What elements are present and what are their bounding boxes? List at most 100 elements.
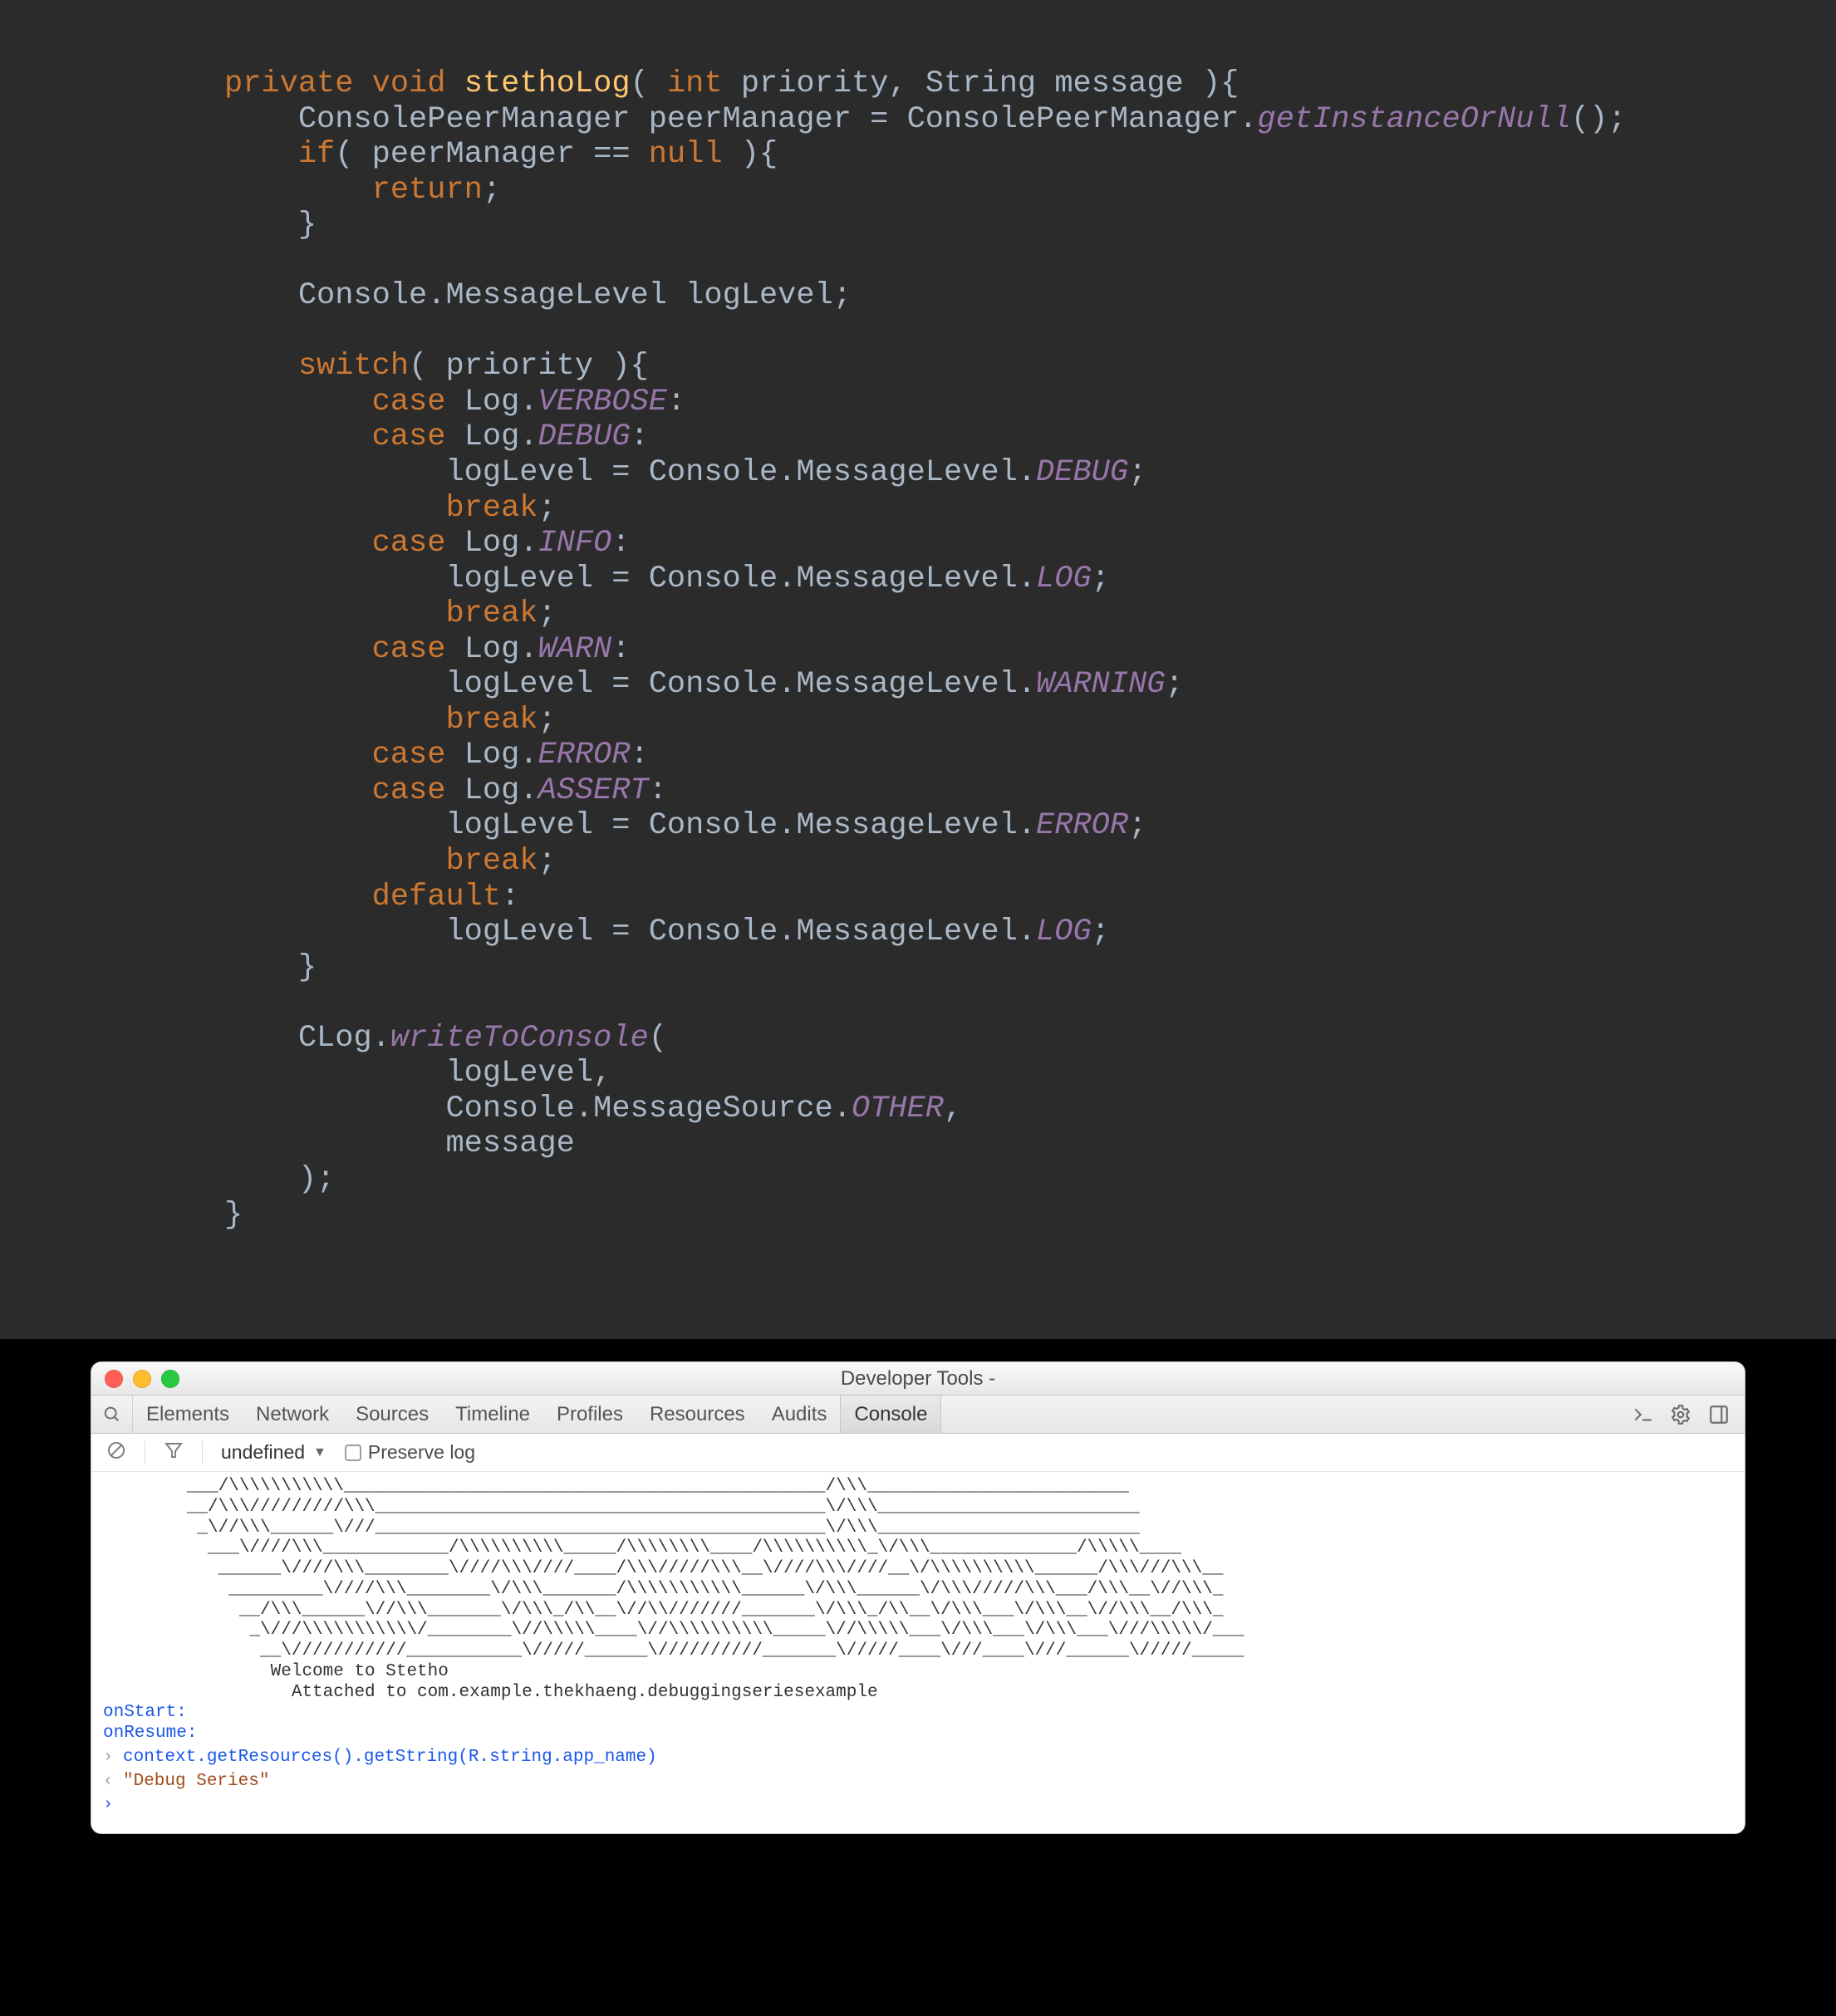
- console-cursor-row[interactable]: ›: [103, 1795, 1733, 1815]
- toggle-drawer-icon[interactable]: [1632, 1404, 1653, 1425]
- log-t6: Log: [464, 773, 520, 808]
- code-editor: private void stethoLog( int priority, St…: [0, 0, 1836, 1339]
- c6: Console: [445, 1091, 574, 1126]
- kw-case1: case: [372, 385, 446, 419]
- kw-break1: break: [445, 491, 538, 526]
- log-t2: Log: [464, 419, 520, 454]
- tab-sources[interactable]: Sources: [342, 1396, 442, 1433]
- kw-case3: case: [372, 526, 446, 561]
- log-t1: Log: [464, 385, 520, 419]
- kw-if: if: [298, 137, 335, 172]
- const-debug: DEBUG: [538, 419, 631, 454]
- type-string: String: [925, 66, 1036, 101]
- kw-break2: break: [445, 596, 538, 631]
- context-selector-label: undefined: [221, 1441, 305, 1464]
- type-console: Console: [298, 278, 427, 313]
- input-caret-icon: ›: [103, 1748, 116, 1768]
- tab-resources[interactable]: Resources: [636, 1396, 758, 1433]
- ml5: MessageLevel: [796, 915, 1017, 949]
- ml4: MessageLevel: [796, 808, 1017, 843]
- search-icon[interactable]: [91, 1396, 133, 1433]
- call-getinstance: getInstanceOrNull: [1257, 102, 1570, 137]
- type-clog: CLog: [298, 1021, 372, 1056]
- gear-icon[interactable]: [1670, 1404, 1691, 1425]
- log-onresume: onResume:: [103, 1724, 1733, 1744]
- assign-ll5: logLevel: [445, 915, 593, 949]
- tab-resources-label: Resources: [650, 1403, 745, 1426]
- c2: Console: [649, 562, 778, 596]
- kw-case4: case: [372, 632, 446, 667]
- call-writeconsole: writeToConsole: [390, 1021, 649, 1056]
- context-selector[interactable]: undefined ▼: [221, 1441, 326, 1464]
- ml2: MessageLevel: [796, 562, 1017, 596]
- clear-console-icon[interactable]: [106, 1440, 126, 1465]
- tab-audits-label: Audits: [772, 1403, 827, 1426]
- const-other: OTHER: [852, 1091, 944, 1126]
- preserve-log-checkbox[interactable]: [345, 1445, 361, 1461]
- kw-private: private: [224, 66, 353, 101]
- const-error: ERROR: [538, 738, 631, 773]
- console-output-row: ‹ "Debug Series": [103, 1772, 1733, 1793]
- const-verbose: VERBOSE: [538, 385, 667, 419]
- tab-audits[interactable]: Audits: [758, 1396, 841, 1433]
- cursor-caret-icon: ›: [103, 1795, 116, 1815]
- kw-case6: case: [372, 773, 446, 808]
- filter-icon[interactable]: [164, 1440, 184, 1465]
- arg-message: message: [445, 1126, 574, 1161]
- type-msglevel: MessageLevel: [445, 278, 666, 313]
- log-t4: Log: [464, 632, 520, 667]
- tab-network[interactable]: Network: [243, 1396, 342, 1433]
- assign-ll3: logLevel: [445, 667, 593, 702]
- tab-elements-label: Elements: [146, 1403, 229, 1426]
- type-msgsource: MessageSource: [593, 1091, 833, 1126]
- c5: Console: [649, 915, 778, 949]
- c4: Console: [649, 808, 778, 843]
- switch-var: priority: [445, 349, 593, 384]
- tab-network-label: Network: [256, 1403, 329, 1426]
- kw-break3: break: [445, 703, 538, 738]
- arg-loglevel: logLevel: [445, 1056, 593, 1091]
- devtools-tabs: Elements Network Sources Timeline Profil…: [91, 1396, 1745, 1434]
- console-input-row: › context.getResources().getString(R.str…: [103, 1748, 1733, 1768]
- c1: Console: [649, 455, 778, 490]
- kw-case2: case: [372, 419, 446, 454]
- assign-ll2: logLevel: [445, 562, 593, 596]
- console-output[interactable]: ___/\\\\\\\\\\\_________________________…: [91, 1472, 1745, 1833]
- type-cpm2: ConsolePeerManager: [907, 102, 1240, 137]
- preserve-log-label: Preserve log: [368, 1441, 475, 1464]
- param-priority: priority: [741, 66, 889, 101]
- assign-ll4: logLevel: [445, 808, 593, 843]
- console-toolbar: undefined ▼ Preserve log: [91, 1434, 1745, 1472]
- kw-null: null: [649, 137, 723, 172]
- const-log2: LOG: [1036, 915, 1092, 949]
- kw-return: return: [372, 173, 483, 208]
- const-debug2: DEBUG: [1036, 455, 1128, 490]
- kw-case5: case: [372, 738, 446, 773]
- var-peermanager: peerManager: [649, 102, 852, 137]
- log-onstart: onStart:: [103, 1703, 1733, 1724]
- const-error2: ERROR: [1036, 808, 1128, 843]
- ml1: MessageLevel: [796, 455, 1017, 490]
- window-title: Developer Tools -: [91, 1367, 1745, 1391]
- preserve-log[interactable]: Preserve log: [345, 1441, 475, 1464]
- const-warning: WARNING: [1036, 667, 1165, 702]
- window-titlebar: Developer Tools -: [91, 1362, 1745, 1396]
- kw-void: void: [372, 66, 446, 101]
- kw-switch: switch: [298, 349, 409, 384]
- chevron-down-icon: ▼: [313, 1445, 326, 1460]
- console-input-line: context.getResources().getString(R.strin…: [123, 1748, 657, 1768]
- method-name: stethoLog: [464, 66, 631, 101]
- tab-console-label: Console: [854, 1403, 927, 1426]
- assign-ll1: logLevel: [445, 455, 593, 490]
- dock-icon[interactable]: [1708, 1404, 1730, 1425]
- tab-timeline-label: Timeline: [455, 1403, 530, 1426]
- tab-timeline[interactable]: Timeline: [442, 1396, 543, 1433]
- param-message: message: [1054, 66, 1183, 101]
- code-block[interactable]: private void stethoLog( int priority, St…: [224, 66, 1836, 1233]
- c3: Console: [649, 667, 778, 702]
- tab-profiles-label: Profiles: [557, 1403, 623, 1426]
- tab-console[interactable]: Console: [840, 1396, 941, 1433]
- tab-profiles[interactable]: Profiles: [543, 1396, 636, 1433]
- ml3: MessageLevel: [796, 667, 1017, 702]
- tab-elements[interactable]: Elements: [133, 1396, 243, 1433]
